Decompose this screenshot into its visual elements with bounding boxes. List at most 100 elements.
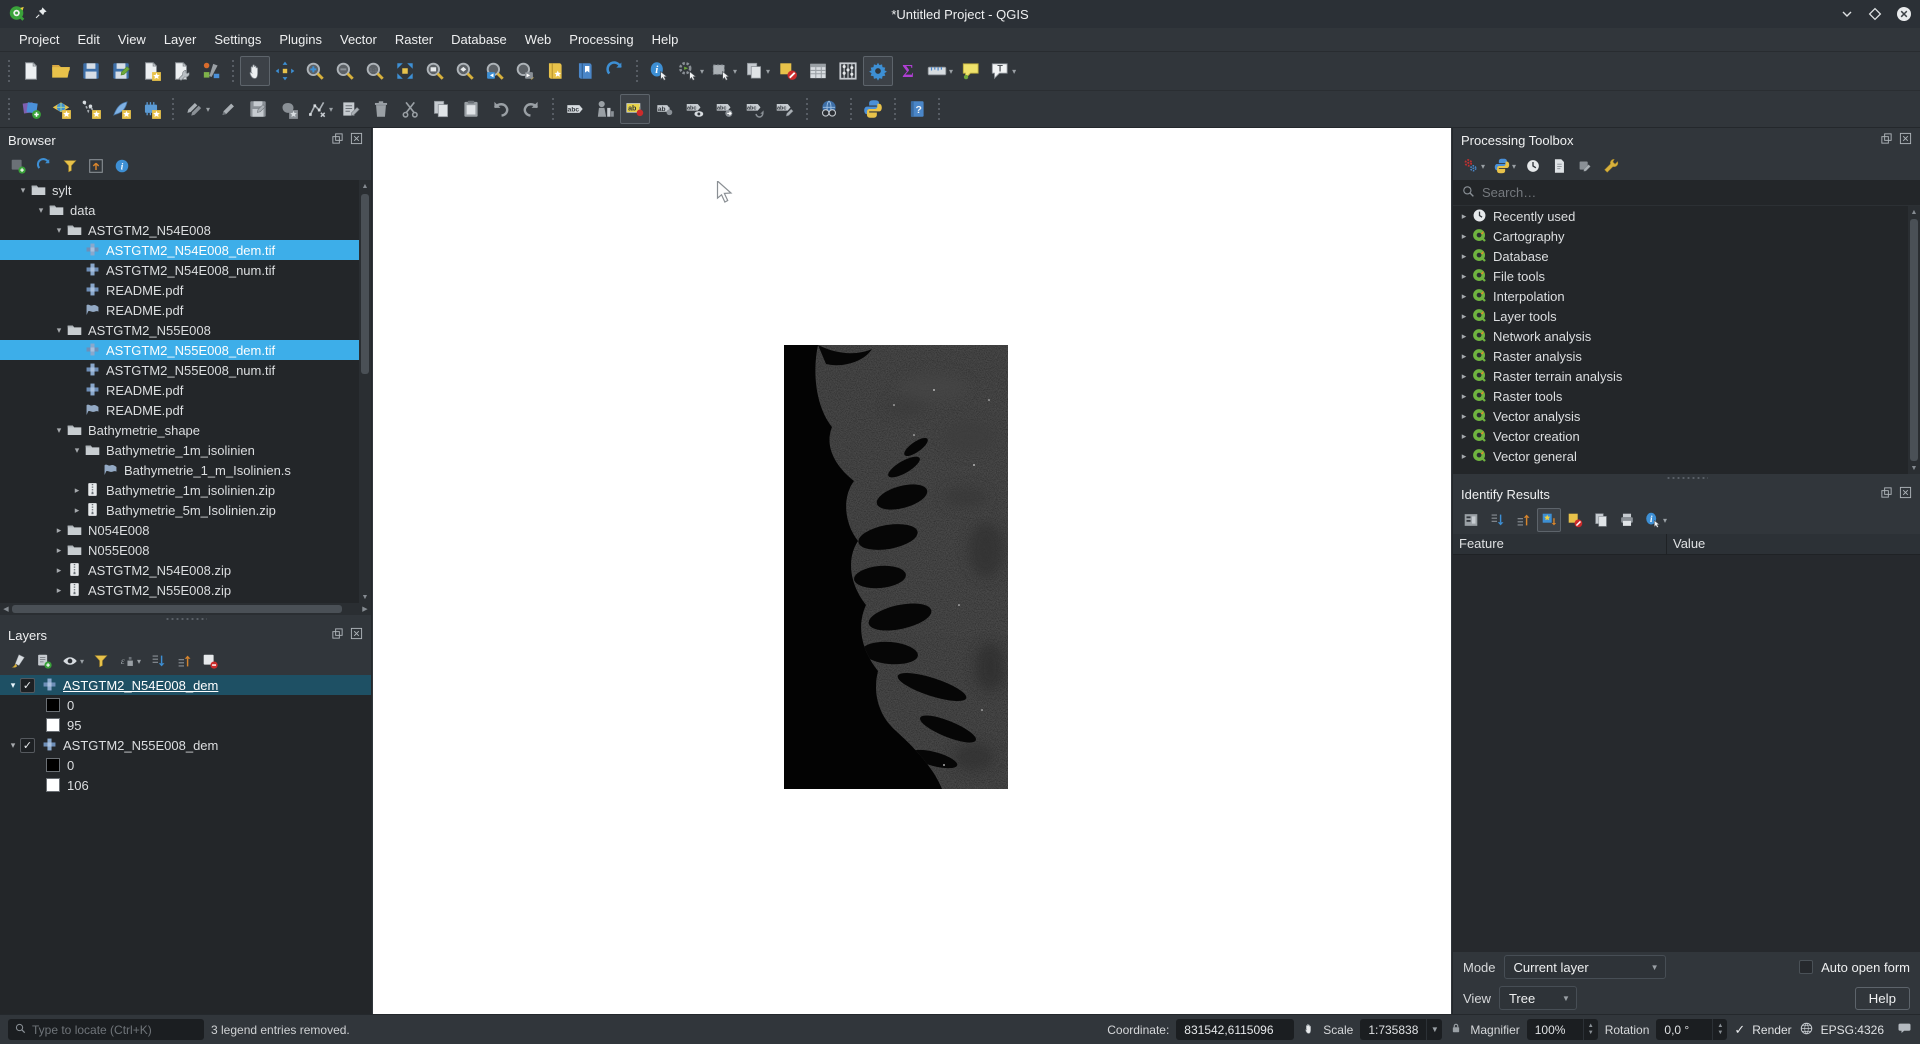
undo-button[interactable] — [486, 94, 516, 124]
processing-group-raster-terrain-analysis[interactable]: ▸Raster terrain analysis — [1453, 366, 1920, 386]
browser-item-readme-pdf[interactable]: README.pdf — [0, 400, 371, 420]
processing-group-database[interactable]: ▸Database — [1453, 246, 1920, 266]
select-features-button[interactable]: ▾ — [707, 56, 740, 86]
zoom-next-button[interactable] — [510, 56, 540, 86]
processing-group-layer-tools[interactable]: ▸Layer tools — [1453, 306, 1920, 326]
zoom-to-selection-button[interactable] — [420, 56, 450, 86]
legend-entry-106[interactable]: 106 — [0, 775, 371, 795]
mode-select[interactable]: Current layer▼ — [1504, 955, 1666, 979]
tree-expand-icon[interactable]: ▸ — [1457, 411, 1471, 422]
menu-help[interactable]: Help — [643, 30, 688, 49]
zoom-in-button[interactable] — [300, 56, 330, 86]
tree-expand-icon[interactable]: ▸ — [1457, 391, 1471, 402]
zoom-native-button[interactable]: 1:1 — [360, 56, 390, 86]
tree-expand-icon[interactable]: ▸ — [1457, 351, 1471, 362]
pin-unpin-labels-button[interactable]: ab — [650, 94, 680, 124]
enable-properties-widget-button[interactable]: i — [110, 154, 134, 178]
clear-results-button[interactable] — [1563, 508, 1587, 532]
auto-open-form-checkbox[interactable] — [1799, 960, 1813, 974]
results-viewer-button[interactable] — [1547, 154, 1571, 178]
tree-collapse-icon[interactable]: ▾ — [16, 185, 30, 196]
tree-expand-icon[interactable]: ▸ — [52, 585, 66, 596]
processing-search-input[interactable]: Search… — [1453, 180, 1920, 206]
minimize-button[interactable] — [1840, 7, 1854, 21]
processing-group-raster-analysis[interactable]: ▸Raster analysis — [1453, 346, 1920, 366]
left-dock-splitter[interactable] — [0, 615, 371, 623]
processing-group-cartography[interactable]: ▸Cartography — [1453, 226, 1920, 246]
browser-item-readme-pdf[interactable]: README.pdf — [0, 300, 371, 320]
layer-item-astgtm2_n54e008_dem[interactable]: ▾✓ASTGTM2_N54E008_dem — [0, 675, 371, 695]
save-project-as-button[interactable] — [106, 56, 136, 86]
save-project-button[interactable] — [76, 56, 106, 86]
browser-float-icon[interactable] — [331, 132, 344, 148]
browser-vertical-scrollbar[interactable]: ▲ ▼ — [359, 180, 371, 603]
collapse-tree-button[interactable] — [1511, 508, 1535, 532]
expand-new-results-button[interactable] — [1537, 508, 1561, 532]
open-project-button[interactable] — [46, 56, 76, 86]
browser-item-bathymetrie-1m-isolinien[interactable]: ▾Bathymetrie_1m_isolinien — [0, 440, 371, 460]
filter-browser-button[interactable] — [58, 154, 82, 178]
browser-item-readme-pdf[interactable]: README.pdf — [0, 280, 371, 300]
browser-item-astgtm2-n54e008-num-tif[interactable]: ASTGTM2_N54E008_num.tif — [0, 260, 371, 280]
browser-item-astgtm2-n55e008[interactable]: ▾ASTGTM2_N55E008 — [0, 320, 371, 340]
close-button[interactable] — [1896, 6, 1912, 22]
help-contents-button[interactable]: ? — [902, 94, 932, 124]
menu-raster[interactable]: Raster — [386, 30, 442, 49]
cut-features-button[interactable] — [396, 94, 426, 124]
move-label-button[interactable]: abc — [710, 94, 740, 124]
processing-group-raster-tools[interactable]: ▸Raster tools — [1453, 386, 1920, 406]
menu-project[interactable]: Project — [10, 30, 68, 49]
pan-map-button[interactable] — [240, 56, 270, 86]
new-geopackage-layer-button[interactable] — [106, 94, 136, 124]
style-manager-button[interactable] — [196, 56, 226, 86]
tree-expand-icon[interactable]: ▸ — [1457, 431, 1471, 442]
tree-expand-icon[interactable]: ▸ — [1457, 311, 1471, 322]
identify-mode-button[interactable]: i▾ — [1641, 508, 1670, 532]
zoom-out-button[interactable] — [330, 56, 360, 86]
new-shapefile-layer-button[interactable] — [76, 94, 106, 124]
paste-features-button[interactable] — [456, 94, 486, 124]
text-annotation-button[interactable]: T▾ — [986, 56, 1019, 86]
processing-options-button[interactable] — [1599, 154, 1623, 178]
right-dock-splitter[interactable] — [1453, 474, 1920, 482]
crs-status[interactable]: EPSG:4326 — [1821, 1023, 1884, 1037]
collapse-all-layers-button[interactable] — [172, 649, 196, 673]
browser-item-astgtm2-n54e008-dem-tif[interactable]: ASTGTM2_N54E008_dem.tif — [0, 240, 371, 260]
processing-close-icon[interactable] — [1899, 132, 1912, 148]
layer-visibility-checkbox[interactable]: ✓ — [20, 738, 35, 753]
view-select[interactable]: Tree▼ — [1499, 986, 1577, 1010]
collapse-all-browser-button[interactable] — [84, 154, 108, 178]
tree-expand-icon[interactable]: ▸ — [1457, 211, 1471, 222]
show-bookmarks-button[interactable] — [570, 56, 600, 86]
menu-edit[interactable]: Edit — [68, 30, 108, 49]
remove-layer-button[interactable] — [198, 649, 222, 673]
data-source-manager-button[interactable] — [16, 94, 46, 124]
legend-entry-95[interactable]: 95 — [0, 715, 371, 735]
processing-group-vector-creation[interactable]: ▸Vector creation — [1453, 426, 1920, 446]
tree-expand-icon[interactable]: ▸ — [52, 565, 66, 576]
identify-features-button[interactable]: i — [644, 56, 674, 86]
new-temporary-scratch-layer-button[interactable] — [136, 94, 166, 124]
tree-expand-icon[interactable]: ▸ — [1457, 331, 1471, 342]
toggle-editing-button[interactable] — [213, 94, 243, 124]
menu-plugins[interactable]: Plugins — [270, 30, 331, 49]
processing-float-icon[interactable] — [1880, 132, 1893, 148]
feature-column-header[interactable]: Feature — [1453, 534, 1667, 554]
browser-item-bathymetrie-1-m-isolinien-s[interactable]: Bathymetrie_1_m_Isolinien.s — [0, 460, 371, 480]
expand-all-layers-button[interactable] — [146, 649, 170, 673]
add-feature-button[interactable] — [273, 94, 303, 124]
menu-view[interactable]: View — [109, 30, 155, 49]
layer-visibility-checkbox[interactable]: ✓ — [20, 678, 35, 693]
browser-item-bathymetrie-shape[interactable]: ▾Bathymetrie_shape — [0, 420, 371, 440]
browser-item-astgtm2-n54e008[interactable]: ▾ASTGTM2_N54E008 — [0, 220, 371, 240]
zoom-last-button[interactable] — [480, 56, 510, 86]
filter-by-expression-button[interactable]: ε▾ — [115, 649, 144, 673]
print-response-button[interactable] — [1615, 508, 1639, 532]
menu-settings[interactable]: Settings — [205, 30, 270, 49]
tree-collapse-icon[interactable]: ▾ — [6, 680, 20, 691]
copy-features-button[interactable] — [426, 94, 456, 124]
browser-item-bathymetrie-1m-isolinien-zip[interactable]: ▸Bathymetrie_1m_isolinien.zip — [0, 480, 371, 500]
tree-expand-icon[interactable]: ▸ — [1457, 371, 1471, 382]
identify-close-icon[interactable] — [1899, 486, 1912, 502]
help-button[interactable]: Help — [1855, 987, 1910, 1010]
